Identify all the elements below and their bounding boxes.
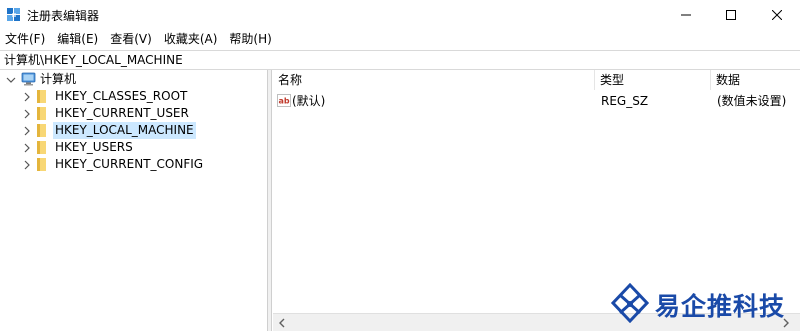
value-row[interactable]: ab (默认) REG_SZ (数值未设置) — [273, 92, 800, 110]
menu-help[interactable]: 帮助(H) — [223, 30, 277, 48]
chevron-right-icon[interactable] — [22, 109, 32, 119]
minimize-button[interactable] — [663, 0, 709, 30]
folder-icon — [37, 158, 46, 171]
window-title: 注册表编辑器 — [27, 9, 100, 23]
chevron-right-icon[interactable] — [22, 126, 32, 136]
tree-item-label: HKEY_USERS — [55, 140, 133, 154]
tree-item-label: HKEY_CLASSES_ROOT — [55, 89, 188, 103]
title-bar: 注册表编辑器 — [0, 0, 800, 30]
values-list[interactable]: 名称 类型 数据 ab (默认) REG_SZ (数值未设置) — [273, 70, 800, 331]
value-type: REG_SZ — [601, 94, 649, 108]
value-data: (数值未设置) — [717, 94, 787, 108]
tree-pane[interactable]: 计算机 HKEY_CLASSES_ROOT HKEY_CURRENT_USER … — [0, 70, 268, 331]
column-header-data[interactable]: 数据 — [711, 70, 800, 90]
column-header-type[interactable]: 类型 — [595, 70, 711, 90]
regedit-icon — [7, 8, 20, 21]
menu-file[interactable]: 文件(F) — [0, 30, 51, 48]
close-icon — [772, 10, 782, 20]
column-header-name[interactable]: 名称 — [273, 70, 595, 90]
folder-icon — [37, 141, 46, 154]
pane-splitter[interactable] — [268, 70, 272, 331]
tree-item-label: HKEY_LOCAL_MACHINE — [53, 122, 196, 139]
chevron-down-icon[interactable] — [6, 75, 16, 85]
address-bar[interactable]: 计算机\HKEY_LOCAL_MACHINE — [0, 50, 800, 70]
svg-text:ab: ab — [279, 97, 290, 106]
value-name: (默认) — [292, 94, 326, 108]
string-value-icon: ab — [277, 94, 291, 107]
menu-favorites[interactable]: 收藏夹(A) — [158, 30, 224, 48]
tree-item-label: 计算机 — [40, 72, 77, 86]
folder-icon — [37, 90, 46, 103]
maximize-button[interactable] — [708, 0, 754, 30]
tree-item-label: HKEY_CURRENT_CONFIG — [55, 157, 204, 171]
scroll-left-icon[interactable] — [277, 317, 287, 329]
scroll-right-icon[interactable] — [781, 317, 791, 329]
chevron-right-icon[interactable] — [22, 143, 32, 153]
menu-bar: 文件(F) 编辑(E) 查看(V) 收藏夹(A) 帮助(H) — [0, 30, 800, 48]
minimize-icon — [681, 14, 691, 16]
close-button[interactable] — [754, 0, 800, 30]
menu-edit[interactable]: 编辑(E) — [51, 30, 104, 48]
horizontal-scrollbar[interactable] — [273, 313, 800, 331]
tree-item-label: HKEY_CURRENT_USER — [55, 106, 189, 120]
chevron-right-icon[interactable] — [22, 160, 32, 170]
maximize-icon — [726, 10, 736, 20]
folder-icon — [37, 107, 46, 120]
menu-view[interactable]: 查看(V) — [104, 30, 158, 48]
folder-icon — [37, 124, 46, 137]
computer-icon — [21, 72, 36, 86]
chevron-right-icon[interactable] — [22, 92, 32, 102]
